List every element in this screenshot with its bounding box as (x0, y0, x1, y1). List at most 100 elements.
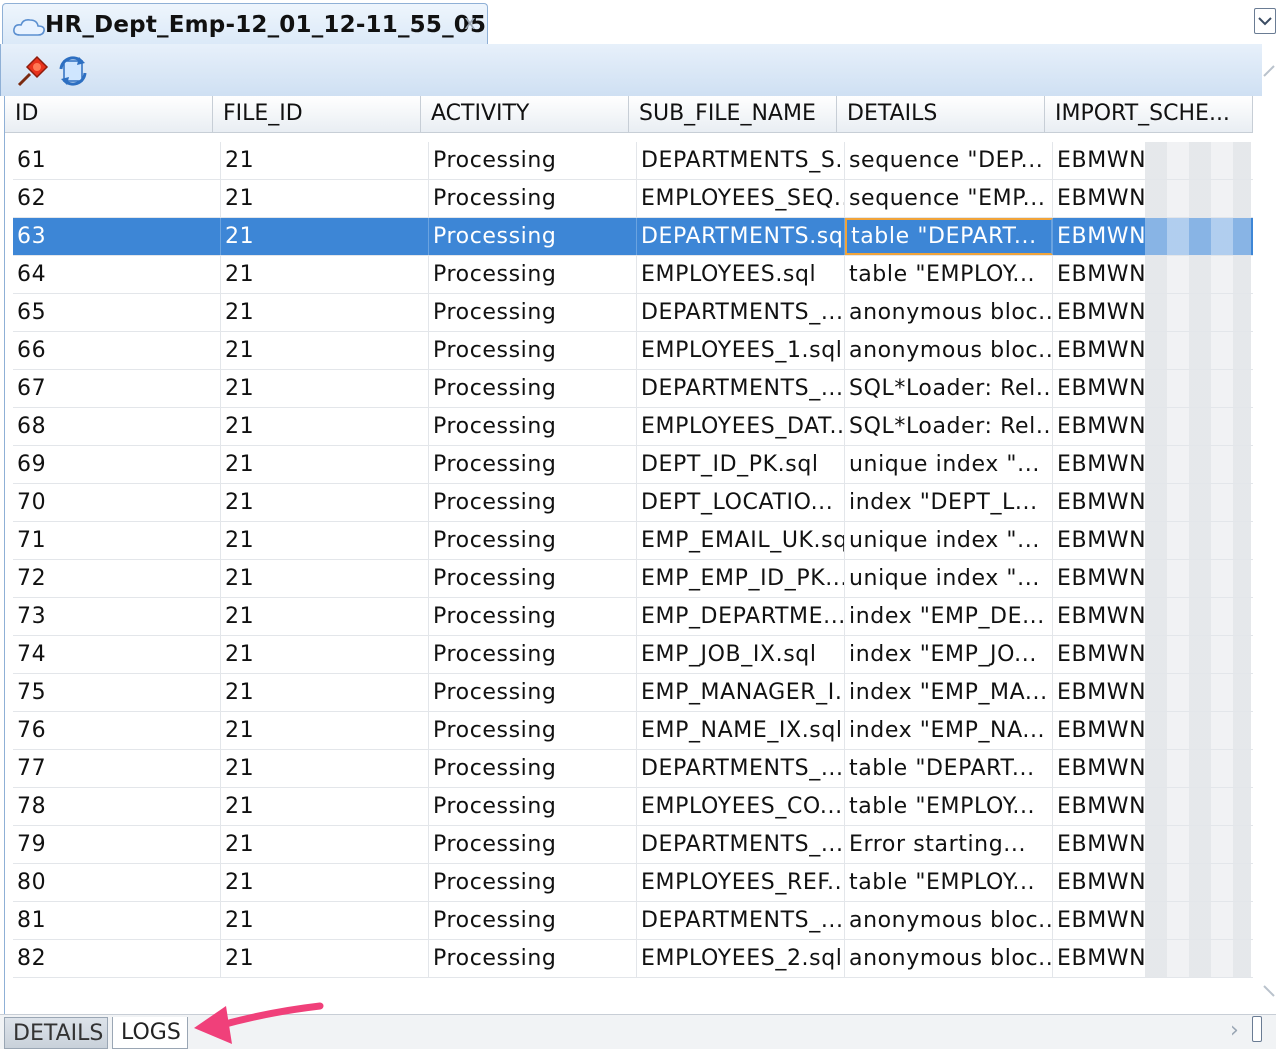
cell-import-schema[interactable]: EBMWNI (1053, 294, 1145, 331)
cell-id[interactable]: 61 (13, 142, 221, 179)
tab-logs[interactable]: LOGS (112, 1017, 188, 1049)
scroll-right-icon[interactable]: › (1230, 1018, 1239, 1043)
editor-tab[interactable]: HR_Dept_Emp-12_01_12-11_55_05 x (2, 3, 488, 44)
cell-sub-file-name[interactable]: DEPARTMENTS_... (637, 370, 845, 407)
cell-id[interactable]: 64 (13, 256, 221, 293)
cell-details[interactable]: index "EMP_JO... (845, 636, 1053, 673)
table-row[interactable]: 75 21 Processing EMP_MANAGER_I... index "EMP… (13, 674, 1253, 712)
table-row[interactable]: 72 21 Processing EMP_EMP_ID_PK.... unique in… (13, 560, 1253, 598)
cell-import-schema[interactable]: EBMWNI (1053, 788, 1145, 825)
tab-details[interactable]: DETAILS (4, 1017, 108, 1049)
cell-import-schema[interactable]: EBMWNI (1053, 218, 1145, 255)
cell-import-schema[interactable]: EBMWNI (1053, 712, 1145, 749)
cell-import-schema[interactable]: EBMWNI (1053, 826, 1145, 863)
cell-id[interactable]: 65 (13, 294, 221, 331)
cell-import-schema[interactable]: EBMWNI (1053, 940, 1145, 977)
cell-import-schema[interactable]: EBMWNI (1053, 636, 1145, 673)
view-menu-button[interactable] (1254, 8, 1276, 34)
cell-file-id[interactable]: 21 (221, 674, 429, 711)
cell-import-schema[interactable]: EBMWNI (1053, 256, 1145, 293)
cell-file-id[interactable]: 21 (221, 826, 429, 863)
cell-id[interactable]: 62 (13, 180, 221, 217)
cell-activity[interactable]: Processing (429, 332, 637, 369)
cell-activity[interactable]: Processing (429, 826, 637, 863)
cell-file-id[interactable]: 21 (221, 142, 429, 179)
cell-details[interactable]: index "EMP_NA... (845, 712, 1053, 749)
cell-import-schema[interactable]: EBMWNI (1053, 560, 1145, 597)
scroll-down-icon[interactable] (1262, 982, 1276, 1012)
cell-details[interactable]: anonymous bloc... (845, 940, 1053, 977)
cell-id[interactable]: 78 (13, 788, 221, 825)
cell-import-schema[interactable]: EBMWNI (1053, 332, 1145, 369)
cell-activity[interactable]: Processing (429, 142, 637, 179)
cell-sub-file-name[interactable]: EMPLOYEES_1.sql (637, 332, 845, 369)
cell-sub-file-name[interactable]: DEPARTMENTS_S... (637, 142, 845, 179)
table-row[interactable]: 82 21 Processing EMPLOYEES_2.sql anonymous b… (13, 940, 1253, 978)
cell-id[interactable]: 71 (13, 522, 221, 559)
cell-import-schema[interactable]: EBMWNI (1053, 408, 1145, 445)
cell-id[interactable]: 81 (13, 902, 221, 939)
cell-details[interactable]: anonymous bloc... (845, 332, 1053, 369)
table-row[interactable]: 77 21 Processing DEPARTMENTS_... table "DEPA… (13, 750, 1253, 788)
cell-activity[interactable]: Processing (429, 864, 637, 901)
table-row[interactable]: 63 21 Processing DEPARTMENTS.sql table "DEPA… (13, 218, 1253, 256)
cell-details[interactable]: unique index "... (845, 446, 1053, 483)
table-row[interactable]: 71 21 Processing EMP_EMAIL_UK.sql unique ind… (13, 522, 1253, 560)
cell-file-id[interactable]: 21 (221, 180, 429, 217)
cell-activity[interactable]: Processing (429, 750, 637, 787)
horizontal-scroll-thumb[interactable] (1252, 1016, 1262, 1042)
table-row[interactable]: 79 21 Processing DEPARTMENTS_... Error start… (13, 826, 1253, 864)
cell-file-id[interactable]: 21 (221, 902, 429, 939)
cell-id[interactable]: 70 (13, 484, 221, 521)
cell-import-schema[interactable]: EBMWNI (1053, 180, 1145, 217)
cell-activity[interactable]: Processing (429, 484, 637, 521)
cell-file-id[interactable]: 21 (221, 940, 429, 977)
table-row[interactable]: 65 21 Processing DEPARTMENTS_... anonymous b… (13, 294, 1253, 332)
cell-activity[interactable]: Processing (429, 294, 637, 331)
cell-activity[interactable]: Processing (429, 560, 637, 597)
table-row[interactable]: 69 21 Processing DEPT_ID_PK.sql unique index… (13, 446, 1253, 484)
cell-details[interactable]: table "EMPLOY... (845, 256, 1053, 293)
cell-id[interactable]: 69 (13, 446, 221, 483)
cell-details[interactable]: table "EMPLOY... (845, 864, 1053, 901)
cell-file-id[interactable]: 21 (221, 560, 429, 597)
cell-sub-file-name[interactable]: EMPLOYEES.sql (637, 256, 845, 293)
cell-activity[interactable]: Processing (429, 408, 637, 445)
cell-activity[interactable]: Processing (429, 902, 637, 939)
tab-close-icon[interactable]: x (464, 10, 476, 34)
table-row[interactable]: 73 21 Processing EMP_DEPARTME... index "EMP_… (13, 598, 1253, 636)
column-header-activity[interactable]: ACTIVITY (421, 96, 629, 132)
cell-details[interactable]: sequence "DEP... (845, 142, 1053, 179)
column-header-sub-file-name[interactable]: SUB_FILE_NAME (629, 96, 837, 132)
cell-import-schema[interactable]: EBMWNI (1053, 142, 1145, 179)
cell-sub-file-name[interactable]: DEPARTMENTS.sql (637, 218, 845, 255)
cell-file-id[interactable]: 21 (221, 332, 429, 369)
cell-details[interactable]: index "EMP_MA... (845, 674, 1053, 711)
cell-activity[interactable]: Processing (429, 636, 637, 673)
cell-import-schema[interactable]: EBMWNI (1053, 446, 1145, 483)
cell-import-schema[interactable]: EBMWNI (1053, 370, 1145, 407)
cell-activity[interactable]: Processing (429, 522, 637, 559)
cell-file-id[interactable]: 21 (221, 294, 429, 331)
column-header-file-id[interactable]: FILE_ID (213, 96, 421, 132)
cell-id[interactable]: 67 (13, 370, 221, 407)
cell-file-id[interactable]: 21 (221, 636, 429, 673)
column-header-import-schema[interactable]: IMPORT_SCHE... (1045, 96, 1253, 132)
cell-sub-file-name[interactable]: EMP_EMAIL_UK.sql (637, 522, 845, 559)
cell-import-schema[interactable]: EBMWNI (1053, 674, 1145, 711)
cell-import-schema[interactable]: EBMWNI (1053, 598, 1145, 635)
cell-details[interactable]: Error starting... (845, 826, 1053, 863)
table-row[interactable]: 76 21 Processing EMP_NAME_IX.sql index "EMP_… (13, 712, 1253, 750)
cell-file-id[interactable]: 21 (221, 370, 429, 407)
cell-details[interactable]: unique index "... (845, 522, 1053, 559)
cell-id[interactable]: 74 (13, 636, 221, 673)
cell-sub-file-name[interactable]: EMPLOYEES_SEQ... (637, 180, 845, 217)
cell-sub-file-name[interactable]: DEPARTMENTS_... (637, 294, 845, 331)
table-row[interactable]: 78 21 Processing EMPLOYEES_CO... table "EMPL… (13, 788, 1253, 826)
cell-sub-file-name[interactable]: EMPLOYEES_CO... (637, 788, 845, 825)
table-row[interactable]: 61 21 Processing DEPARTMENTS_S... sequence "… (13, 142, 1253, 180)
cell-details[interactable]: table "DEPART... (845, 218, 1053, 255)
cell-sub-file-name[interactable]: EMPLOYEES_2.sql (637, 940, 845, 977)
cell-file-id[interactable]: 21 (221, 750, 429, 787)
cell-sub-file-name[interactable]: DEPARTMENTS_... (637, 902, 845, 939)
